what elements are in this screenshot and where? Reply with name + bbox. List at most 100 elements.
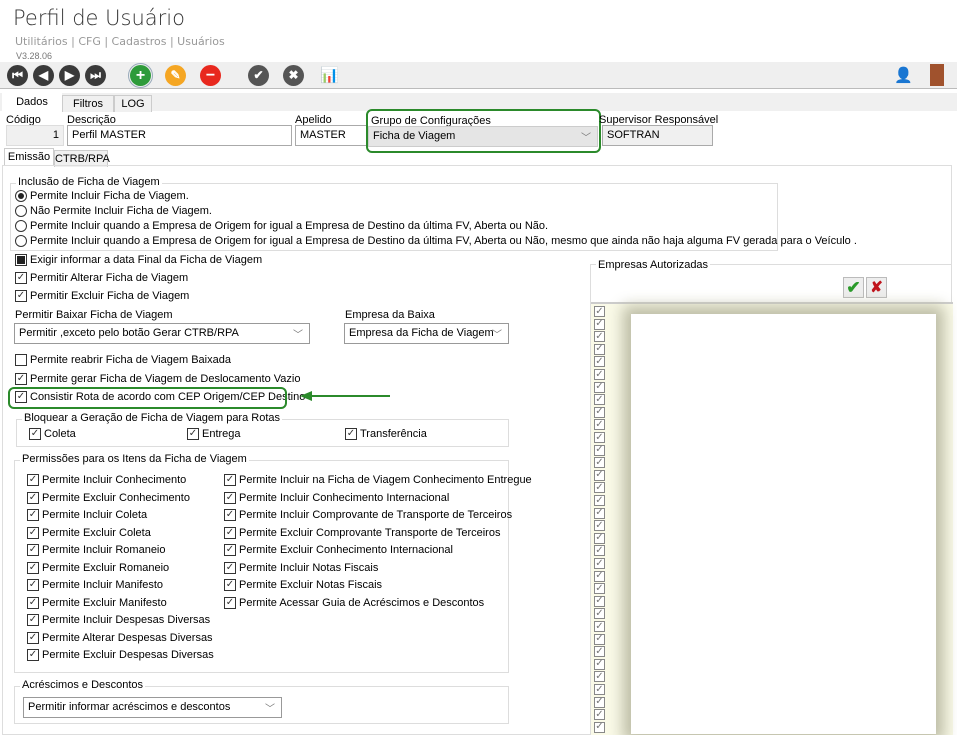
permissao-item[interactable]: ✓ Permite Excluir Notas Fiscais [224,579,382,591]
empresa-checkbox[interactable]: ✓ [594,507,605,519]
empresa-checkbox[interactable]: ✓ [594,595,605,607]
bloquear-group: Bloquear a Geração de Ficha de Viagem pa… [16,412,509,447]
check-item[interactable]: ✓ Permitir Excluir Ficha de Viagem [15,290,189,302]
empresa-checkbox[interactable]: ✓ [594,621,605,632]
empresa-checkbox[interactable]: ✓ [594,709,605,721]
permissao-item[interactable]: ✓ Permite Incluir Notas Fiscais [224,561,378,574]
permissao-item[interactable]: ✓ Permite Excluir Romaneio [27,561,169,574]
permissao-item[interactable]: ✓ Permite Excluir Despesas Diversas [27,649,214,661]
empresa-checkbox[interactable]: ✓ [594,318,605,330]
empresa-checkbox[interactable]: ✓ [594,495,605,506]
inclusao-option[interactable]: Permite Incluir Ficha de Viagem. [15,190,189,202]
permissao-item[interactable]: ✓ Permite Excluir Comprovante Transporte … [224,526,500,539]
permissao-item[interactable]: ✓ Permite Incluir Manifesto [27,579,163,591]
empresa-checkbox[interactable]: ✓ [594,583,605,595]
empresa-checkbox[interactable]: ✓ [594,671,605,683]
bloquear-2[interactable]: ✓ Transferência [345,428,427,440]
empresa-checkbox[interactable]: ✓ [594,532,605,544]
codigo-field[interactable]: 1 [6,125,64,146]
permissao-item[interactable]: ✓ Permite Incluir Conhecimento Internacio… [224,491,449,504]
bloquear-0[interactable]: ✓ Coleta [29,428,76,440]
report-settings-icon[interactable]: 📊 [319,65,340,86]
permissao-item[interactable]: ✓ Permite Incluir na Ficha de Viagem Conh… [224,474,532,486]
empresa-checkbox[interactable]: ✓ [594,356,605,368]
tab-log[interactable]: LOG [114,95,152,112]
empresa-checkbox[interactable]: ✓ [594,432,605,443]
empresa-checkbox[interactable]: ✓ [594,633,605,645]
cancel-icon[interactable]: ✖ [283,65,304,86]
empresa-checkbox[interactable]: ✓ [594,696,605,708]
permissao-item[interactable]: ✓ Permite Excluir Manifesto [27,596,167,609]
empresa-checkbox[interactable]: ✓ [594,406,605,418]
inclusao-option[interactable]: Não Permite Incluir Ficha de Viagem. [15,205,212,217]
tab-emissao[interactable]: Emissão [4,148,54,166]
permissao-item[interactable]: ✓ Permite Excluir Conhecimento [27,491,190,504]
grupo-select[interactable]: Ficha de Viagem ﹀ [368,126,598,147]
permissao-item[interactable]: ✓ Permite Incluir Coleta [27,509,147,521]
permissao-item[interactable]: ✓ Permite Alterar Despesas Diversas [27,631,213,644]
empresa-checkbox[interactable]: ✓ [594,343,605,355]
last-icon[interactable]: ⏭ [85,65,106,86]
permissao-item[interactable]: ✓ Permite Incluir Comprovante de Transpor… [224,509,512,521]
baixar-select[interactable]: Permitir ,exceto pelo botão Gerar CTRB/R… [14,323,310,344]
bloquear-1[interactable]: ✓ Entrega [187,428,241,440]
empresa-checkbox[interactable]: ✓ [594,545,605,557]
empresa-checkbox[interactable]: ✓ [594,721,605,733]
empresa-checkbox[interactable]: ✓ [594,558,605,569]
add-icon[interactable]: + [128,63,153,88]
check-label: Permite reabrir Ficha de Viagem Baixada [30,354,231,366]
supervisor-field[interactable]: SOFTRAN [602,125,713,146]
empresa-baixa-select[interactable]: Empresa da Ficha de Viagem ﹀ [344,323,509,344]
acrescimos-select[interactable]: Permitir informar acréscimos e descontos… [23,697,282,718]
permissao-item[interactable]: ✓ Permite Incluir Despesas Diversas [27,614,210,626]
empresa-checkbox[interactable]: ✓ [594,331,605,343]
check-label: Permite Incluir na Ficha de Viagem Conhe… [239,474,532,486]
permissao-item[interactable]: ✓ Permite Incluir Conhecimento [27,474,186,486]
edit-icon[interactable]: ✎ [165,65,186,86]
empresa-checkbox[interactable]: ✓ [594,381,605,393]
empresa-checkbox[interactable]: ✓ [594,306,605,317]
permissao-item[interactable]: ✓ Permite Incluir Romaneio [27,544,166,556]
green-check-icon[interactable]: ✔ [843,277,864,298]
empresa-checkbox[interactable]: ✓ [594,444,605,456]
exit-door-icon[interactable] [930,64,944,86]
first-icon[interactable]: ⏮ [7,65,28,86]
permissao-item[interactable]: ✓ Permite Excluir Conhecimento Internacio… [224,544,453,556]
previous-icon[interactable]: ◀ [33,65,54,86]
empresa-checkbox[interactable]: ✓ [594,684,605,695]
empresa-checkbox[interactable]: ✓ [594,646,605,658]
confirm-icon[interactable]: ✔ [248,65,269,86]
empresa-baixa-label: Empresa da Baixa [345,309,435,321]
descricao-field[interactable]: Perfil MASTER [67,125,292,146]
empresa-checkbox[interactable]: ✓ [594,482,605,494]
empresas-list[interactable]: ✓ ✓ ✓ ✓ ✓ ✓ ✓ ✓ ✓ ✓ ✓ ✓ ✓ ✓ ✓ ✓ ✓ ✓ ✓ ✓ ✓ ✓ ✓ ✓ ✓ ✓ ✓ ✓ ✓ ✓ ✓ ✓ ✓ ✓ [591,302,953,735]
check-label: Coleta [44,428,76,440]
bloquear-title: Bloquear a Geração de Ficha de Viagem pa… [22,412,283,424]
empresa-checkbox[interactable]: ✓ [594,469,605,481]
permissao-item[interactable]: ✓ Permite Acessar Guia de Acréscimos e De… [224,596,484,609]
empresa-checkbox[interactable]: ✓ [594,608,605,620]
user-security-icon[interactable]: 👤 [893,65,914,86]
empresa-checkbox[interactable]: ✓ [594,457,605,469]
empresa-checkbox[interactable]: ✓ [594,394,605,406]
option-label: Permite Incluir Ficha de Viagem. [30,190,189,202]
empresa-checkbox[interactable]: ✓ [594,419,605,431]
check-item[interactable]: ✓ Permitir Alterar Ficha de Viagem [15,272,188,284]
empresa-checkbox[interactable]: ✓ [594,520,605,532]
inclusao-option[interactable]: Permite Incluir quando a Empresa de Orig… [15,220,548,232]
permissao-item[interactable]: ✓ Permite Excluir Coleta [27,526,151,539]
check-item[interactable]: ✓ Permite gerar Ficha de Viagem de Desloc… [15,373,300,385]
apelido-field[interactable]: MASTER [295,125,367,146]
delete-icon[interactable]: − [200,65,221,86]
next-icon[interactable]: ▶ [59,65,80,86]
tab-filtros[interactable]: Filtros [62,95,114,112]
radio-icon [15,220,27,232]
empresa-checkbox[interactable]: ✓ [594,570,605,582]
check-item[interactable]: Permite reabrir Ficha de Viagem Baixada [15,354,231,366]
red-x-icon[interactable]: ✘ [866,277,887,298]
empresa-checkbox[interactable]: ✓ [594,369,605,380]
check-item[interactable]: Exigir informar a data Final da Ficha de… [15,254,262,266]
empresa-checkbox[interactable]: ✓ [594,658,605,670]
inclusao-option[interactable]: Permite Incluir quando a Empresa de Orig… [15,235,857,247]
tab-dados[interactable]: Dados [2,93,62,112]
